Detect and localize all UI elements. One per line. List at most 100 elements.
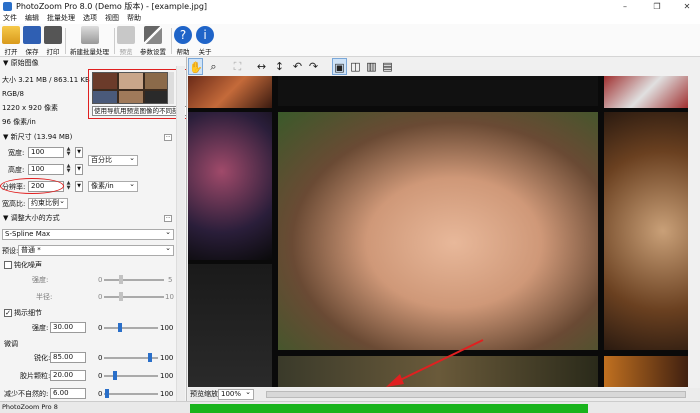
horizontal-scrollbar[interactable] — [266, 391, 686, 398]
save-label: 保存 — [25, 48, 39, 56]
zoom-label: 预览缩放: — [190, 390, 221, 398]
method-options-button[interactable]: ··· — [164, 215, 172, 222]
aspect-ratio-label: 宽高比: — [2, 200, 26, 208]
preview-button[interactable]: 预览 — [117, 26, 135, 56]
rotate-right-icon[interactable]: ↷ — [306, 58, 321, 75]
new-size-section-header[interactable]: 新尺寸 (13.94 MB) — [0, 132, 186, 142]
split-view-vertical-icon[interactable]: ▥ — [364, 58, 379, 75]
annotation-arrow — [386, 339, 484, 387]
toolbar-separator — [114, 28, 115, 54]
menu-help[interactable]: 帮助 — [127, 13, 141, 24]
section-options-button[interactable]: ··· — [164, 134, 172, 141]
preview-tile-food — [188, 76, 272, 108]
resize-method-select[interactable]: S-Spline Max — [2, 228, 174, 240]
split-view-horizontal-icon[interactable]: ▤ — [380, 58, 395, 75]
soften-radius-thumb[interactable] — [119, 292, 123, 301]
film-grain-label: 胶片颗粒: — [20, 372, 51, 380]
menu-batch[interactable]: 批量处理 — [47, 13, 75, 24]
reveal-detail-checkbox[interactable]: ✓ — [4, 309, 12, 317]
help-label: 帮助 — [176, 48, 190, 56]
reveal-strength-max: 100 — [160, 324, 174, 332]
app-icon — [3, 2, 12, 11]
settings-panel: 原始图像 大小 3.21 MB / 863.11 KB RGB/8 1220 x… — [0, 57, 187, 401]
aspect-ratio-select[interactable]: 约束比例 — [28, 197, 68, 209]
reduce-artifacts-input[interactable]: 6.00 — [50, 388, 86, 399]
film-grain-input[interactable]: 20.00 — [50, 370, 86, 381]
soften-radius-slider[interactable] — [104, 296, 164, 298]
soften-strength-slider[interactable] — [104, 279, 164, 281]
print-label: 打印 — [46, 48, 60, 56]
sharpen-input[interactable]: 85.00 — [50, 352, 86, 363]
crop-tool-icon[interactable]: ⛶ — [230, 58, 245, 75]
settings-button[interactable]: 参数设置 — [138, 26, 168, 56]
restore-button[interactable]: ❐ — [642, 0, 672, 13]
reveal-strength-thumb[interactable] — [118, 323, 123, 332]
reduce-artifacts-label: 减少不自然的: — [4, 390, 49, 398]
help-button[interactable]: ? 帮助 — [174, 26, 192, 56]
about-label: 关于 — [198, 48, 212, 56]
resolution-unit-select[interactable]: 像素/in — [88, 180, 138, 192]
reveal-strength-slider[interactable] — [104, 327, 158, 329]
close-button[interactable]: ✕ — [672, 0, 700, 13]
original-image-section-header[interactable]: 原始图像 — [0, 58, 186, 68]
height-input[interactable]: 100 — [28, 164, 64, 175]
new-batch-button[interactable]: 新建批量处理 — [68, 26, 111, 56]
original-size-text: 大小 3.21 MB / 863.11 KB — [2, 76, 90, 84]
resolution-unit-dropdown-button[interactable]: ▼ — [75, 181, 83, 192]
menu-view[interactable]: 视图 — [105, 13, 119, 24]
open-button[interactable]: 打开 — [2, 26, 20, 56]
reduce-artifacts-max: 100 — [160, 390, 174, 398]
zoom-select[interactable]: 100% — [218, 388, 254, 400]
toolbar: 打开 保存 打印 新建批量处理 预览 参数设置 ? 帮助 i 关于 — [0, 24, 700, 57]
about-button[interactable]: i 关于 — [196, 26, 214, 56]
soften-noise-checkbox[interactable] — [4, 261, 12, 269]
reduce-artifacts-thumb[interactable] — [105, 389, 110, 398]
minimize-button[interactable]: – — [610, 0, 640, 13]
title-bar: PhotoZoom Pro 8.0 (Demo 版本) - [example.j… — [0, 0, 700, 13]
floppy-disk-icon — [23, 26, 41, 44]
single-view-icon[interactable]: ▣ — [332, 58, 347, 75]
size-unit-select[interactable]: 百分比 — [88, 154, 138, 166]
preset-select[interactable]: 普通 * — [18, 244, 174, 256]
resolution-spinner[interactable]: ▲ ▼ — [65, 181, 72, 192]
toolbar-separator — [65, 28, 66, 54]
width-unit-dropdown-button[interactable]: ▼ — [75, 147, 83, 158]
fit-width-icon[interactable]: ↔ — [254, 58, 269, 75]
zoom-tool-icon[interactable]: ⌕ — [206, 58, 221, 75]
fit-height-icon[interactable]: ↕ — [272, 58, 287, 75]
print-button[interactable]: 打印 — [44, 26, 62, 56]
sharpen-thumb[interactable] — [147, 353, 152, 362]
width-spinner[interactable]: ▲ ▼ — [65, 147, 72, 158]
new-batch-label: 新建批量处理 — [70, 48, 109, 56]
preview-canvas[interactable] — [188, 76, 688, 387]
sharpen-label: 锐化: — [34, 354, 51, 362]
height-unit-dropdown-button[interactable]: ▼ — [75, 164, 83, 175]
settings-panel-scrollbar[interactable] — [176, 66, 185, 401]
status-text: PhotoZoom Pro 8 — [2, 403, 58, 411]
help-icon: ? — [174, 26, 192, 44]
width-input[interactable]: 100 — [28, 147, 64, 158]
height-spinner[interactable]: ▲ ▼ — [65, 164, 72, 175]
split-view-icon[interactable]: ◫ — [348, 58, 363, 75]
soften-strength-min: 0 — [98, 276, 103, 284]
hand-tool-icon[interactable]: ✋ — [188, 58, 203, 75]
printer-icon — [44, 26, 62, 44]
reveal-strength-input[interactable]: 30.00 — [50, 322, 86, 333]
resize-method-section-header[interactable]: 调整大小的方式 — [0, 213, 186, 223]
menu-options[interactable]: 选项 — [83, 13, 97, 24]
film-grain-thumb[interactable] — [112, 371, 117, 380]
sharpen-min: 0 — [98, 354, 103, 362]
zoom-row: 预览缩放: 100% — [188, 388, 700, 401]
soften-strength-max: 5 — [168, 276, 173, 284]
reduce-artifacts-slider[interactable] — [104, 393, 158, 395]
soften-radius-max: 10 — [165, 293, 174, 301]
soften-strength-thumb[interactable] — [119, 275, 123, 284]
save-button[interactable]: 保存 — [23, 26, 41, 56]
reduce-artifacts-min: 0 — [98, 390, 103, 398]
preset-label: 预设: — [2, 247, 19, 255]
menu-edit[interactable]: 编辑 — [25, 13, 39, 24]
film-grain-min: 0 — [98, 372, 103, 380]
rotate-left-icon[interactable]: ↶ — [290, 58, 305, 75]
menu-file[interactable]: 文件 — [3, 13, 17, 24]
toolbar-separator — [171, 28, 172, 54]
